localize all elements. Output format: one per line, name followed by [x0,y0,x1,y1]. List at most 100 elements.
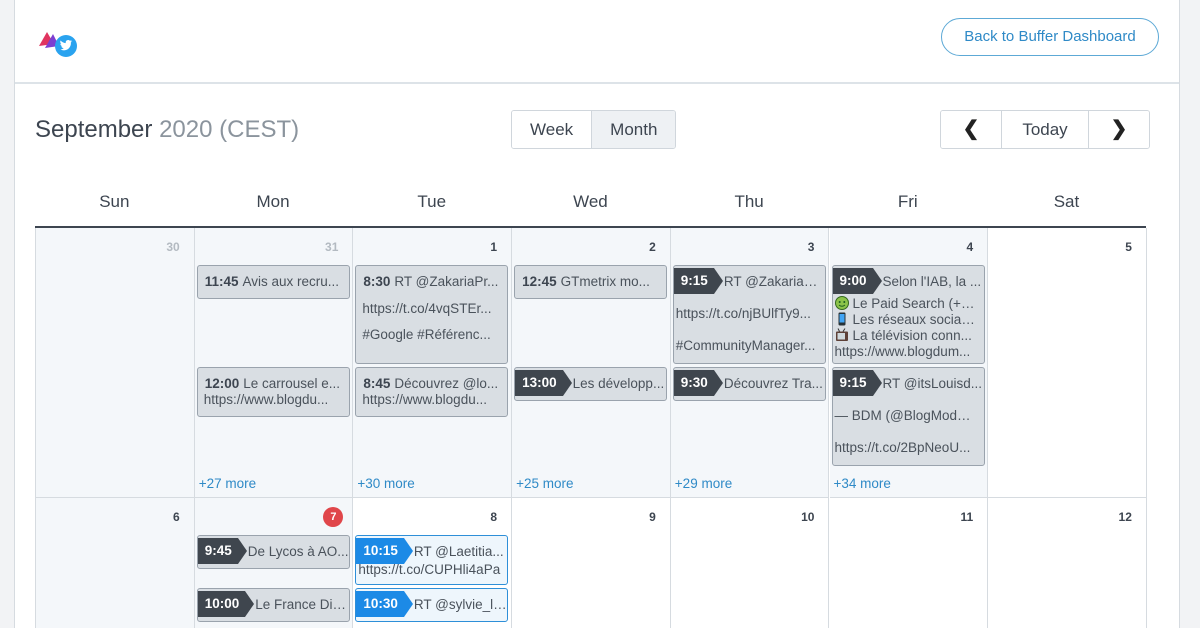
post-card[interactable]: 10:00 Le France Dig... [196,588,350,622]
post-time-tag: 13:00 [515,370,572,396]
scheduled-post-card[interactable]: 10:30 RT @sylvie_la... [355,588,509,622]
more-link[interactable]: +34 more [834,476,891,491]
weekday-header: Sun Mon Tue Wed Thu Fri Sat [35,178,1146,228]
post-time: 12:45 [522,273,557,289]
post-text: Les développ... [572,375,665,391]
post-time-tag: 10:30 [356,591,413,617]
post-time-tag: 9:30 [673,370,723,396]
more-link[interactable]: +30 more [357,476,414,491]
scheduled-post-card[interactable]: 10:15 RT @Laetitia... https://t.co/CUPHli… [355,535,509,585]
prev-month-button[interactable]: ❮ [941,111,1001,148]
post-text: Découvrez @lo... [394,375,499,391]
top-bar: Back to Buffer Dashboard [15,0,1179,84]
post-card[interactable]: 9:15 RT @ZakariaPr... https://t.co/njBUlf… [672,265,826,364]
post-time-tag: 9:45 [197,538,247,564]
post-text: Le France Dig... [255,596,349,612]
post-text: De Lycos à AO... [247,543,349,559]
day-cell[interactable]: 31 11:45 Avis aux recru... 12:00 Le carrou… [194,228,354,498]
day-cell[interactable]: 10 [671,498,830,628]
weekday-mon: Mon [256,192,290,211]
more-link[interactable]: +25 more [516,476,573,491]
chevron-left-icon: ❮ [962,118,980,140]
post-link: https://www.blogdum... [834,344,971,359]
post-time-tag: 9:00 [832,268,882,294]
view-toggle: Week Month [511,110,677,149]
weekday-thu: Thu [734,192,764,211]
post-text: RT @Laetitia... [413,543,504,559]
post-text: Découvrez Tra... [723,375,823,391]
post-card[interactable]: 12:00 Le carrousel e... https://www.blogd… [196,367,350,417]
mobile-phone-emoji-icon [835,312,849,326]
post-card[interactable]: 13:00 Les développ... [514,367,668,401]
day-cell[interactable]: 11 [830,498,989,628]
next-month-button[interactable]: ❯ [1089,111,1149,148]
post-card[interactable]: 12:45 GTmetrix mo... [514,265,668,299]
post-card[interactable]: 8:30 RT @ZakariaPr... https://t.co/4vqSTE… [355,265,509,364]
weekday-fri: Fri [897,192,918,211]
more-link[interactable]: +29 more [675,476,732,491]
post-text-line: Les réseaux sociau... [852,312,981,327]
back-to-dashboard-button[interactable]: Back to Buffer Dashboard [941,18,1159,56]
post-time-tag: 9:15 [832,370,882,396]
day-cell[interactable]: 4 9:00 Selon l'IAB, la ... Le Paid Search… [829,228,989,498]
buffer-twitter-logo [39,32,77,57]
today-button[interactable]: Today [1001,111,1089,148]
week-view-button[interactable]: Week [512,111,592,148]
year-timezone-label: 2020 (CEST) [159,116,300,143]
post-time-tag: 10:15 [356,538,413,564]
post-link: https://www.blogdu... [362,392,487,407]
weekday-wed: Wed [573,192,608,211]
post-card[interactable]: 9:30 Découvrez Tra... [672,367,826,401]
weekday-sun: Sun [99,192,130,211]
weekday-tue: Tue [417,192,447,211]
month-view-button[interactable]: Month [591,111,676,148]
month-label: September [35,116,153,143]
day-cell[interactable]: 6 [36,498,195,628]
day-cell[interactable]: 8 10:15 RT @Laetitia... https://t.co/CUPH… [353,498,513,628]
post-card[interactable]: 9:00 Selon l'IAB, la ... Le Paid Search (… [831,265,985,364]
day-cell[interactable]: 2 12:45 GTmetrix mo... 13:00 Les développ.… [512,228,671,498]
post-time: 11:45 [204,273,239,289]
calendar-title: September 2020 (CEST) [35,116,299,144]
post-text: Selon l'IAB, la ... [882,273,982,289]
day-cell[interactable]: 9 [512,498,671,628]
day-number: 11 [960,510,974,524]
day-cell[interactable]: 1 8:30 RT @ZakariaPr... https://t.co/4vqS… [353,228,513,498]
day-cell[interactable]: 30 [36,228,195,498]
post-link: https://t.co/njBUlfTy9... [675,306,811,321]
day-number: 1 [490,240,498,254]
post-text: RT @sylvie_la... [413,596,508,612]
post-text-line: Le Paid Search (+ 2... [852,296,984,311]
day-number: 3 [807,240,815,254]
post-time: 8:45 [363,375,391,391]
day-number: 5 [1125,240,1132,254]
more-link[interactable]: +27 more [199,476,256,491]
day-number: 2 [649,240,656,254]
post-hashtags: #Google #Référenc... [362,327,491,342]
post-time-tag: 10:00 [197,591,254,617]
weekday-sat: Sat [1053,192,1080,211]
television-emoji-icon [835,328,849,342]
post-card[interactable]: 9:15 RT @itsLouisd... — BDM (@BlogModer..… [831,367,985,466]
post-text: Avis aux recru... [242,273,340,289]
day-number: 8 [490,510,498,524]
post-link: https://t.co/CUPHli4aPa [358,562,501,577]
day-cell[interactable]: 7 9:45 De Lycos à AO... 10:00 Le France Di… [194,498,354,628]
day-number: 30 [166,240,180,254]
day-cell[interactable]: 5 [988,228,1147,498]
day-cell[interactable]: 3 9:15 RT @ZakariaPr... https://t.co/njBU… [670,228,830,498]
day-number: 31 [325,240,339,254]
post-link: https://t.co/2BpNeoU... [834,440,971,455]
date-navigation: ❮ Today ❯ [940,110,1150,149]
post-time: 8:30 [363,273,391,289]
post-card[interactable]: 8:45 Découvrez @lo... https://www.blogdu.… [355,367,509,417]
day-cell[interactable]: 12 [988,498,1147,628]
post-text: Le carrousel e... [243,375,341,391]
post-text: RT @itsLouisd... [882,375,983,391]
post-time: 12:00 [204,375,240,391]
post-card[interactable]: 11:45 Avis aux recru... [196,265,350,299]
app-frame: Back to Buffer Dashboard September 2020 … [14,0,1180,628]
today-day-badge: 7 [323,507,344,527]
post-hashtags: #CommunityManager... [675,338,816,353]
post-card[interactable]: 9:45 De Lycos à AO... [196,535,350,569]
